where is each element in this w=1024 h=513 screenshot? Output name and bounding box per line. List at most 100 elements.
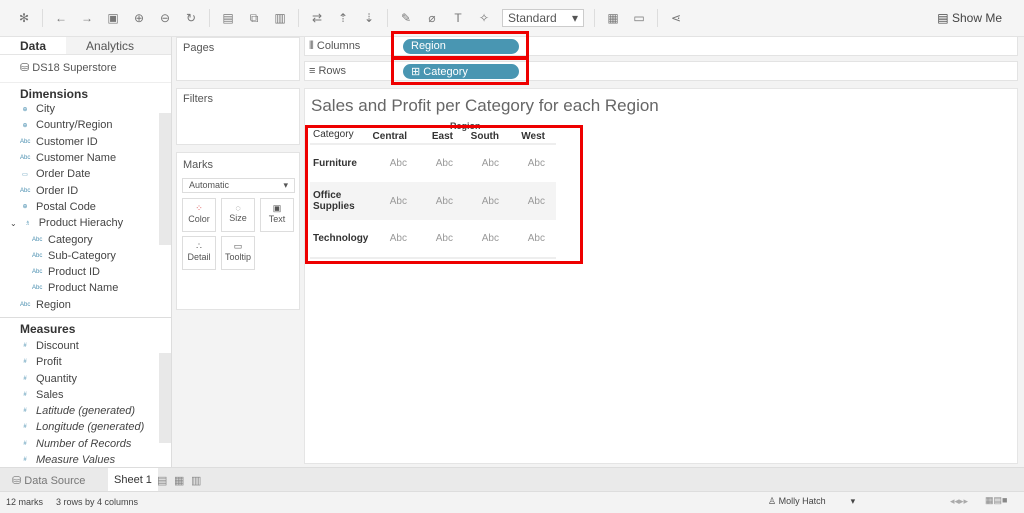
dimensions-scrollbar[interactable]: [159, 113, 171, 245]
show-me-button[interactable]: ▤ Show Me: [937, 11, 1002, 25]
user-menu[interactable]: ♙ Molly Hatch ▾: [768, 496, 855, 507]
sheet-tab[interactable]: Sheet 1: [108, 468, 158, 491]
calendar-icon: ▭: [22, 171, 28, 178]
share-icon[interactable]: ⋖: [668, 11, 684, 25]
duplicate-icon[interactable]: ⧉: [246, 11, 262, 26]
dimension-item[interactable]: Abc Customer Name: [0, 150, 171, 166]
measure-item[interactable]: # Profit: [0, 354, 171, 370]
measure-label: Measure Values: [36, 454, 116, 467]
measure-label: Profit: [36, 356, 62, 369]
dimension-item[interactable]: Abc Region: [0, 297, 171, 313]
chevron-down-icon: ▾: [283, 180, 288, 190]
size-button[interactable]: ◌ Size: [221, 198, 255, 232]
undo-icon[interactable]: ←: [53, 11, 69, 25]
dimension-item[interactable]: ⊕ Country/Region: [0, 117, 171, 133]
text-button[interactable]: ▣ Text: [260, 198, 294, 232]
abc-icon: Abc: [32, 269, 43, 276]
measures-heading: Measures: [0, 316, 171, 338]
measure-item[interactable]: # Measure Values: [0, 452, 171, 468]
abc-icon: Abc: [20, 187, 31, 194]
tooltip-label: Tooltip: [224, 252, 251, 262]
filters-card[interactable]: Filters: [176, 88, 300, 145]
marks-label: Marks: [183, 159, 213, 171]
fit-value: Standard: [508, 11, 557, 25]
measure-label: Number of Records: [36, 437, 132, 450]
dimension-label: Product Hierachy: [38, 217, 124, 230]
fit-dropdown[interactable]: Standard ▾: [502, 9, 584, 27]
measure-item[interactable]: # Latitude (generated): [0, 403, 171, 419]
datasource-item[interactable]: ⛁ DS18 Superstore: [0, 55, 171, 83]
dimension-item[interactable]: Abc Sub-Category: [0, 248, 171, 264]
swap-icon[interactable]: ⇄: [309, 11, 325, 25]
sort-asc-icon[interactable]: ⇡: [335, 11, 351, 25]
text-icon: ▣: [272, 203, 282, 213]
view-mode-icons[interactable]: ▦▤■: [985, 495, 1007, 506]
highlight-box-rows: [391, 57, 529, 85]
dimension-label: Product Name: [48, 282, 119, 295]
data-source-tab-label: Data Source: [24, 475, 86, 487]
tooltip-button[interactable]: ▭ Tooltip: [221, 236, 255, 270]
new-datasource-icon[interactable]: ⊕: [131, 11, 147, 25]
dimension-item[interactable]: ▭ Order Date: [0, 166, 171, 182]
new-sheet-icon[interactable]: ▤: [157, 474, 167, 487]
measure-item[interactable]: # Number of Records: [0, 436, 171, 452]
pages-card[interactable]: Pages: [176, 37, 300, 81]
pause-updates-icon[interactable]: ⊖: [157, 11, 173, 25]
save-icon[interactable]: ▣: [105, 11, 121, 25]
new-story-icon[interactable]: ▥: [191, 474, 201, 487]
dimension-item[interactable]: ⊕ Postal Code: [0, 199, 171, 215]
color-button[interactable]: ⁘ Color: [182, 198, 216, 232]
measure-item[interactable]: # Sales: [0, 387, 171, 403]
measures-scrollbar[interactable]: [159, 353, 171, 443]
show-cards-icon[interactable]: ▦: [605, 11, 621, 25]
labels-icon[interactable]: T: [450, 11, 466, 25]
refresh-icon[interactable]: ↻: [183, 11, 199, 25]
rows-label: Rows: [318, 65, 346, 77]
group-icon[interactable]: ⌀: [424, 11, 440, 25]
measure-item[interactable]: # Quantity: [0, 370, 171, 386]
dimension-item[interactable]: Abc Product ID: [0, 264, 171, 280]
highlight-icon[interactable]: ✎: [398, 11, 414, 25]
sheet-tabs-bar: ⛁ Data Source Sheet 1 ▤ ▦ ▥: [0, 467, 1024, 491]
pin-icon[interactable]: ✧: [476, 11, 492, 25]
mark-type-value: Automatic: [189, 180, 230, 190]
pages-label: Pages: [183, 42, 215, 54]
mark-type-dropdown[interactable]: Automatic ▾: [182, 178, 295, 193]
tooltip-icon: ▭: [233, 241, 243, 251]
dimension-label: Order Date: [36, 168, 91, 181]
dimension-item[interactable]: Abc Category: [0, 231, 171, 247]
tab-data[interactable]: Data: [0, 37, 66, 54]
text-label: Text: [268, 214, 286, 224]
presentation-icon[interactable]: ▭: [631, 11, 647, 25]
dimension-item[interactable]: ⊕ City: [0, 101, 171, 117]
new-dashboard-icon[interactable]: ▦: [174, 474, 184, 487]
measure-label: Longitude (generated): [36, 421, 145, 434]
clear-sheet-icon[interactable]: ▥: [272, 11, 288, 25]
detail-icon: ∴: [196, 241, 202, 251]
tab-analytics[interactable]: Analytics: [66, 37, 171, 54]
view-title: Sales and Profit per Category for each R…: [311, 96, 659, 115]
abc-icon: Abc: [32, 236, 43, 243]
redo-icon[interactable]: →: [79, 11, 95, 25]
measure-icon: #: [23, 343, 27, 349]
tableau-logo-icon[interactable]: ✻: [16, 11, 32, 25]
sort-desc-icon[interactable]: ⇣: [361, 11, 377, 25]
measure-icon: #: [23, 440, 27, 447]
measure-item[interactable]: # Discount: [0, 338, 171, 354]
detail-button[interactable]: ∴ Detail: [182, 236, 216, 270]
expand-icon[interactable]: ⌄: [10, 219, 17, 228]
dimension-label: City: [36, 103, 55, 116]
hierarchy-icon: ♗: [25, 220, 31, 227]
new-worksheet-icon[interactable]: ▤: [220, 11, 236, 25]
detail-label: Detail: [187, 252, 211, 262]
sheet-nav-icons[interactable]: ◂◂▸▸: [950, 496, 968, 507]
columns-label: Columns: [316, 40, 361, 52]
dimensions-heading: Dimensions: [20, 87, 89, 101]
dimension-item[interactable]: Abc Order ID: [0, 182, 171, 198]
dimension-item[interactable]: Abc Product Name: [0, 280, 171, 296]
marks-count: 12 marks: [6, 497, 44, 507]
data-source-tab[interactable]: ⛁ Data Source: [12, 474, 85, 487]
dimension-item[interactable]: ⌄ ♗ Product Hierachy: [0, 215, 171, 231]
measure-item[interactable]: # Longitude (generated): [0, 419, 171, 435]
dimension-item[interactable]: Abc Customer ID: [0, 134, 171, 150]
